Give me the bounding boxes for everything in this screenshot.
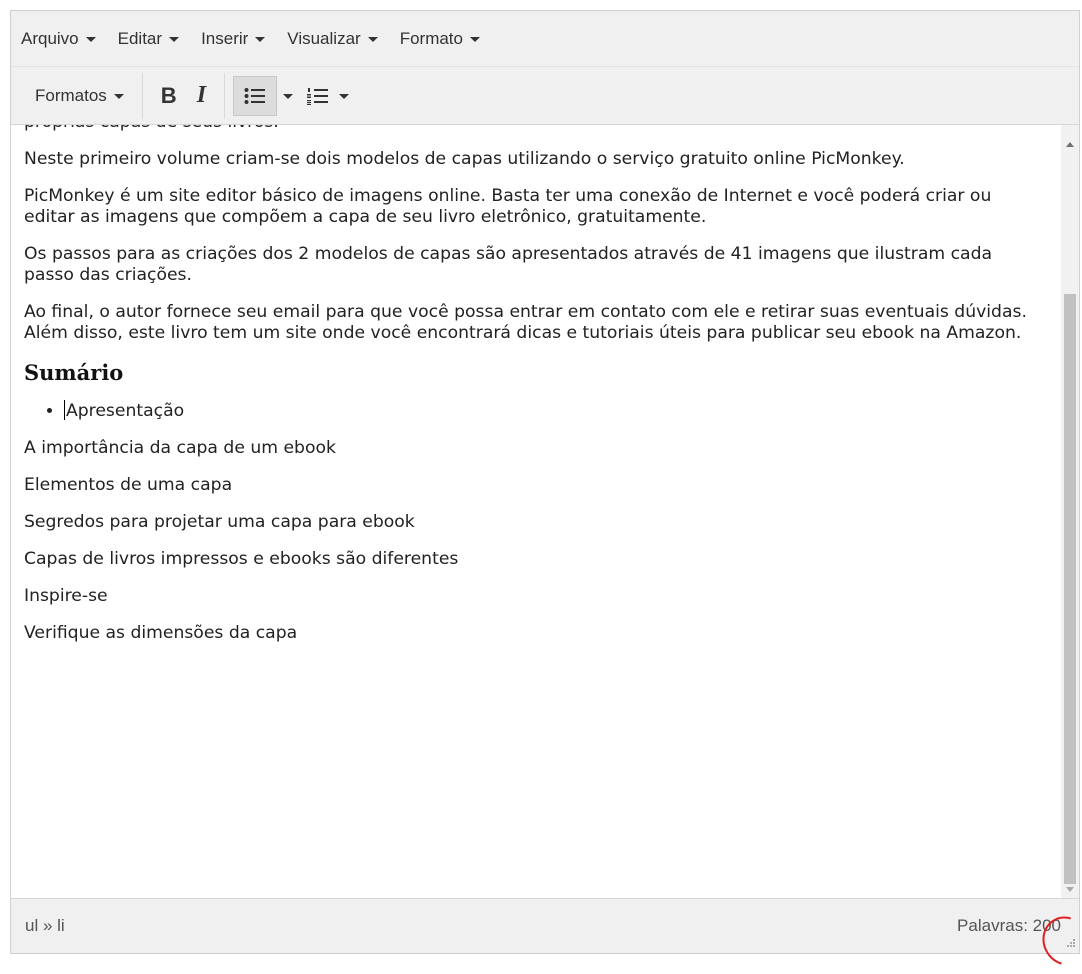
text-cursor bbox=[64, 400, 65, 420]
chevron-down-icon bbox=[339, 94, 350, 99]
editor-content-area[interactable]: próprias capas de seus livros. Neste pri… bbox=[11, 125, 1061, 900]
paragraph: PicMonkey é um site editor básico de ima… bbox=[24, 186, 992, 227]
toolbar-group-lists bbox=[225, 73, 363, 119]
chevron-down-icon bbox=[85, 37, 96, 42]
menu-arquivo[interactable]: Arquivo bbox=[21, 29, 96, 49]
numbered-list-dropdown[interactable] bbox=[333, 76, 355, 116]
menu-visualizar-label: Visualizar bbox=[287, 28, 361, 48]
bullet-list-button[interactable] bbox=[233, 75, 278, 116]
menu-arquivo-label: Arquivo bbox=[21, 28, 79, 48]
list-item-text: Apresentação bbox=[66, 401, 185, 421]
toc-item: Segredos para projetar uma capa para ebo… bbox=[24, 512, 415, 532]
scroll-down-arrow-icon[interactable] bbox=[1066, 887, 1074, 892]
bullet-list-dropdown[interactable] bbox=[277, 76, 299, 116]
menu-visualizar[interactable]: Visualizar bbox=[287, 28, 378, 49]
menu-editar-label: Editar bbox=[117, 28, 163, 48]
toc-item: A importância da capa de um ebook bbox=[24, 438, 336, 458]
heading-sumario: Sumário bbox=[24, 360, 124, 385]
toc-item: Capas de livros impressos e ebooks são d… bbox=[24, 549, 459, 569]
menu-editar[interactable]: Editar bbox=[117, 28, 180, 49]
status-bar: ul » li Palavras: 200 bbox=[11, 898, 1079, 953]
formats-dropdown[interactable]: Formatos bbox=[25, 76, 134, 116]
italic-button[interactable]: I bbox=[187, 76, 216, 116]
numbered-list-button[interactable] bbox=[299, 76, 333, 116]
toc-item: Verifique as dimensões da capa bbox=[24, 623, 298, 643]
paragraph: Neste primeiro volume criam-se dois mode… bbox=[24, 149, 905, 169]
document-body: próprias capas de seus livros. Neste pri… bbox=[24, 125, 1034, 660]
menu-bar: Arquivo Editar Inserir Visualizar Format… bbox=[11, 11, 1079, 67]
toc-item: Elementos de uma capa bbox=[24, 475, 233, 495]
numbered-list-icon bbox=[307, 87, 329, 105]
menu-inserir[interactable]: Inserir bbox=[201, 28, 266, 49]
paragraph: Os passos para as criações dos 2 modelos… bbox=[24, 244, 993, 285]
chevron-down-icon bbox=[367, 37, 378, 42]
bullet-list: Apresentação bbox=[24, 400, 1034, 422]
toc-item: Inspire-se bbox=[24, 586, 108, 606]
paragraph: Ao final, o autor fornece seu email para… bbox=[24, 302, 1027, 343]
chevron-down-icon bbox=[113, 94, 124, 99]
paragraph-partial: próprias capas de seus livros. bbox=[24, 125, 1034, 133]
menu-formato-label: Formato bbox=[399, 28, 463, 48]
chevron-down-icon bbox=[255, 37, 266, 42]
chevron-down-icon bbox=[469, 37, 480, 42]
bullet-list-icon bbox=[244, 87, 266, 104]
list-item: Apresentação bbox=[64, 400, 1034, 422]
toolbar-group-formats: Formatos bbox=[17, 72, 143, 119]
formats-label: Formatos bbox=[35, 85, 107, 105]
scrollbar-thumb[interactable] bbox=[1064, 294, 1076, 884]
toolbar-group-style: B I bbox=[143, 72, 226, 119]
vertical-scrollbar[interactable] bbox=[1061, 125, 1079, 900]
bold-button[interactable]: B bbox=[151, 76, 187, 116]
menu-formato[interactable]: Formato bbox=[400, 29, 480, 49]
element-path[interactable]: ul » li bbox=[25, 916, 65, 936]
menu-inserir-label: Inserir bbox=[201, 28, 249, 48]
toolbar: Formatos B I bbox=[11, 67, 1079, 125]
scroll-up-arrow-icon[interactable] bbox=[1066, 142, 1074, 147]
rich-text-editor: Arquivo Editar Inserir Visualizar Format… bbox=[10, 10, 1080, 954]
chevron-down-icon bbox=[283, 94, 294, 99]
chevron-down-icon bbox=[169, 37, 180, 42]
